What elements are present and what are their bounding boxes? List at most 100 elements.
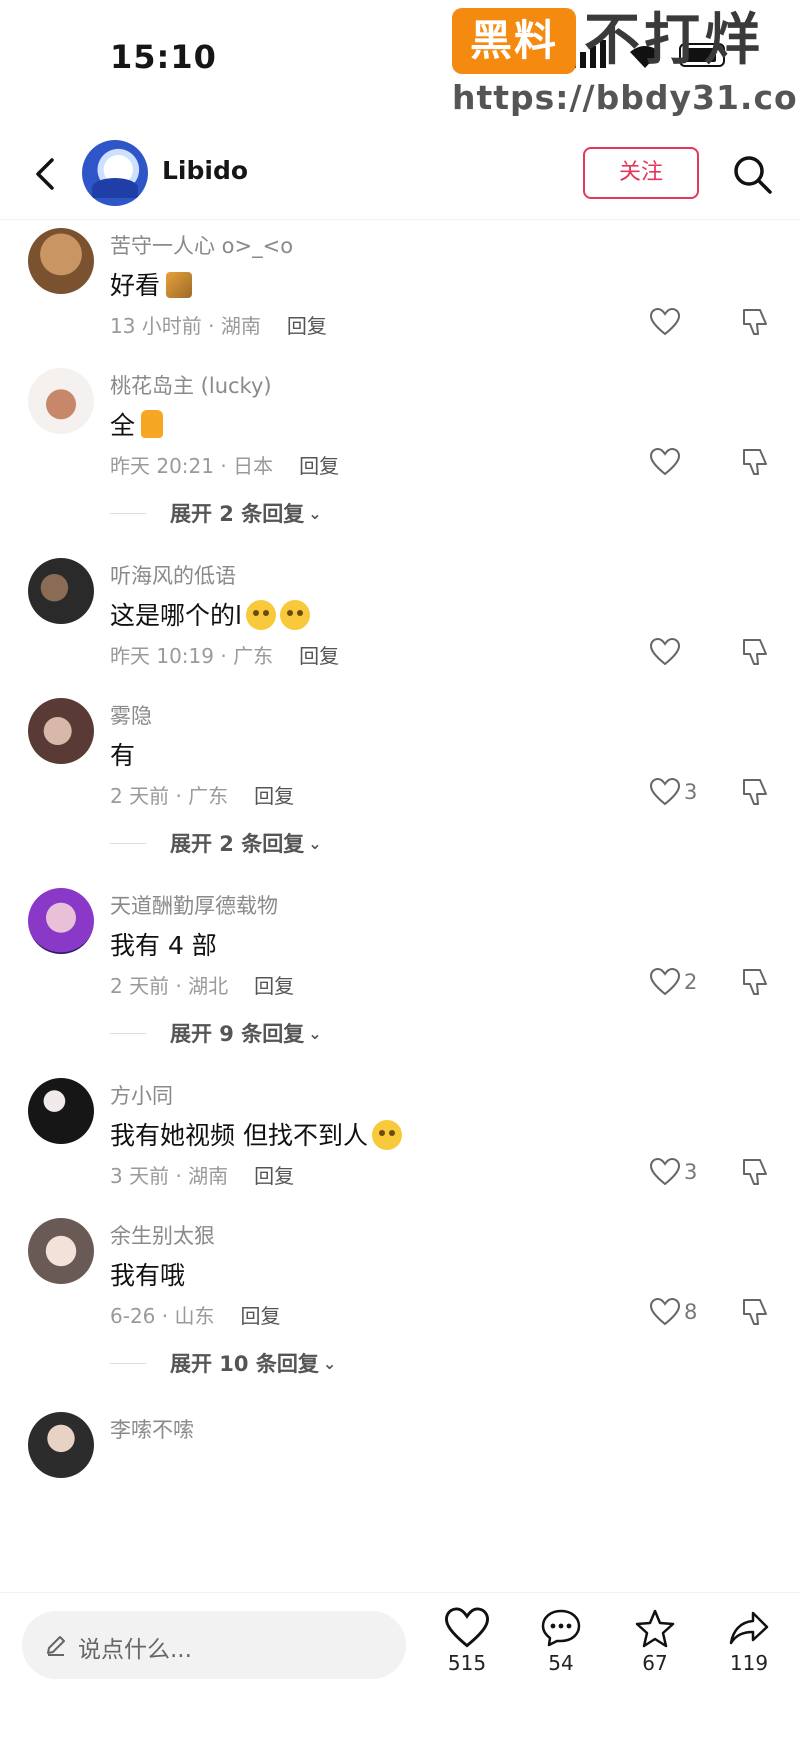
- comment-username[interactable]: 听海风的低语: [110, 560, 236, 590]
- watermark: 黑料 不打烊 https://bbdy31.com: [450, 4, 800, 117]
- chevron-down-icon: ⌄: [308, 503, 322, 523]
- comment-meta: 3 天前 · 湖南 回复: [110, 1164, 295, 1188]
- like-button[interactable]: [650, 446, 684, 478]
- avatar[interactable]: [28, 558, 94, 624]
- reply-button[interactable]: 回复: [254, 1164, 294, 1188]
- like-button[interactable]: [650, 306, 684, 338]
- like-count: 8: [684, 1300, 698, 1324]
- dislike-icon[interactable]: [740, 776, 772, 808]
- share-action-button[interactable]: 119: [714, 1607, 784, 1707]
- like-button[interactable]: 3: [650, 776, 697, 808]
- heart-icon: [650, 1298, 680, 1326]
- avatar[interactable]: [28, 1078, 94, 1144]
- cat-emoji: [166, 272, 193, 298]
- expand-replies-button[interactable]: 展开 9 条回复 ⌄: [110, 1018, 322, 1048]
- avatar[interactable]: [28, 1412, 94, 1478]
- like-action-button[interactable]: 515: [432, 1607, 502, 1707]
- heart-icon: [650, 638, 680, 666]
- divider: [110, 842, 146, 844]
- thinking-face-emoji: [245, 600, 276, 630]
- follow-button[interactable]: 关注: [583, 147, 699, 199]
- like-button[interactable]: 8: [650, 1296, 697, 1328]
- watermark-title: 不打烊: [584, 8, 764, 73]
- comment-meta: 昨天 10:19 · 广东 回复: [110, 644, 340, 668]
- comment-username[interactable]: 天道酬勤厚德载物: [110, 890, 278, 920]
- comment-action-button[interactable]: 54: [526, 1607, 596, 1707]
- like-button[interactable]: 2: [650, 966, 697, 998]
- status-time: 15:10: [110, 38, 217, 76]
- comment-username[interactable]: 雾隐: [110, 700, 152, 730]
- expand-replies-button[interactable]: 展开 2 条回复 ⌄: [110, 498, 322, 528]
- comment-text: 这是哪个的l: [110, 596, 310, 632]
- avatar[interactable]: [28, 888, 94, 954]
- favorite-total: 67: [642, 1651, 668, 1675]
- smile-face-emoji: [371, 1120, 402, 1150]
- avatar[interactable]: [28, 698, 94, 764]
- heart-icon: [445, 1607, 489, 1648]
- like-total: 515: [447, 1651, 487, 1675]
- star-icon: [635, 1609, 675, 1648]
- comment-meta: 昨天 20:21 · 日本 回复: [110, 454, 340, 478]
- dislike-icon[interactable]: [740, 306, 772, 338]
- like-count: 3: [684, 1160, 698, 1184]
- avatar[interactable]: [28, 368, 94, 434]
- like-button[interactable]: [650, 636, 684, 668]
- comment-username[interactable]: 余生别太狠: [110, 1220, 215, 1250]
- reply-button[interactable]: 回复: [299, 644, 339, 668]
- comment-item: 余生别太狠 我有哦 6-26 · 山东 回复 8 展开 10 条回复 ⌄: [0, 1212, 800, 1402]
- comment-item: 苦守一人心 o>_<o 好看 13 小时前 · 湖南 回复: [0, 222, 800, 362]
- dislike-icon[interactable]: [740, 966, 772, 998]
- heart-icon: [650, 1158, 680, 1186]
- watermark-badge: 黑料: [452, 8, 576, 74]
- thumbs-up-emoji: [141, 410, 164, 438]
- reply-button[interactable]: 回复: [287, 314, 327, 338]
- comment-username[interactable]: 方小同: [110, 1080, 173, 1110]
- status-bar: 15:10 黑料 不打烊 https://bbdy31.com: [0, 0, 800, 120]
- comment-username[interactable]: 苦守一人心 o>_<o: [110, 230, 293, 260]
- comment-meta: 2 天前 · 湖北 回复: [110, 974, 295, 998]
- pencil-icon: [47, 1636, 65, 1656]
- divider: [110, 512, 146, 514]
- header: Libido 关注: [0, 128, 800, 220]
- comment-meta: 13 小时前 · 湖南 回复: [110, 314, 327, 338]
- dislike-icon[interactable]: [740, 1296, 772, 1328]
- reply-button[interactable]: 回复: [299, 454, 339, 478]
- comment-text: 我有哦: [110, 1261, 186, 1290]
- comment-item: 李嗦不嗦: [0, 1402, 800, 1542]
- comment-text: 好看: [110, 266, 193, 302]
- share-total: 119: [729, 1651, 769, 1675]
- comment-text: 有: [110, 741, 136, 770]
- watermark-url: https://bbdy31.com: [452, 78, 800, 117]
- comment-username[interactable]: 桃花岛主 (lucky): [110, 370, 272, 400]
- divider: [110, 1032, 146, 1034]
- reply-button[interactable]: 回复: [254, 974, 294, 998]
- chevron-down-icon: ⌄: [308, 1023, 322, 1043]
- comment-text: 我有 4 部: [110, 931, 217, 960]
- comment-list[interactable]: 苦守一人心 o>_<o 好看 13 小时前 · 湖南 回复 桃花岛主 (lucky…: [0, 222, 800, 1590]
- dislike-icon[interactable]: [740, 1156, 772, 1188]
- search-icon[interactable]: [728, 150, 776, 198]
- comment-item: 方小同 我有她视频 但找不到人 3 天前 · 湖南 回复 3: [0, 1072, 800, 1212]
- reply-button[interactable]: 回复: [254, 784, 294, 808]
- comment-bubble-icon: [541, 1609, 581, 1647]
- like-button[interactable]: 3: [650, 1156, 697, 1188]
- account-avatar[interactable]: [82, 140, 148, 206]
- avatar[interactable]: [28, 1218, 94, 1284]
- comment-username[interactable]: 李嗦不嗦: [110, 1414, 194, 1444]
- comment-item: 听海风的低语 这是哪个的l 昨天 10:19 · 广东 回复: [0, 552, 800, 692]
- bottom-bar: 说点什么... 515 54 67 119: [0, 1592, 800, 1739]
- comment-input[interactable]: 说点什么...: [22, 1611, 406, 1679]
- heart-icon: [650, 308, 680, 336]
- account-name[interactable]: Libido: [162, 156, 248, 185]
- dislike-icon[interactable]: [740, 636, 772, 668]
- avatar[interactable]: [28, 228, 94, 294]
- expand-replies-button[interactable]: 展开 2 条回复 ⌄: [110, 828, 322, 858]
- favorite-action-button[interactable]: 67: [620, 1607, 690, 1707]
- comment-input-placeholder: 说点什么...: [78, 1637, 192, 1663]
- back-icon[interactable]: [24, 150, 68, 198]
- heart-icon: [650, 778, 680, 806]
- reply-button[interactable]: 回复: [240, 1304, 280, 1328]
- dislike-icon[interactable]: [740, 446, 772, 478]
- comment-meta: 2 天前 · 广东 回复: [110, 784, 295, 808]
- expand-replies-button[interactable]: 展开 10 条回复 ⌄: [110, 1348, 336, 1378]
